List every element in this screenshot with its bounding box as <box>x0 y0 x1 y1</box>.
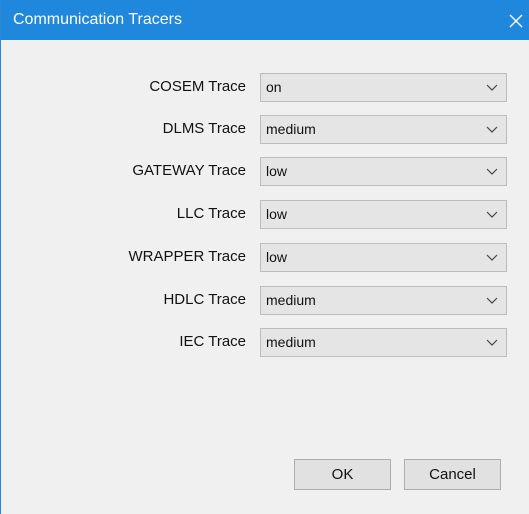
close-icon <box>509 14 523 28</box>
window-title: Communication Tracers <box>13 11 182 28</box>
trace-label: WRAPPER Trace <box>128 248 246 265</box>
cancel-button[interactable]: Cancel <box>404 459 501 490</box>
ok-button[interactable]: OK <box>294 459 391 490</box>
trace-row-wrapper: WRAPPER Trace low <box>1 243 529 272</box>
trace-label: IEC Trace <box>179 333 246 350</box>
trace-label: GATEWAY Trace <box>132 162 246 179</box>
trace-level-value: medium <box>266 121 316 137</box>
trace-label: LLC Trace <box>176 205 246 222</box>
chevron-down-icon <box>486 84 498 91</box>
trace-label: HDLC Trace <box>163 291 246 308</box>
chevron-down-icon <box>486 126 498 133</box>
chevron-down-icon <box>486 339 498 346</box>
trace-row-llc: LLC Trace low <box>1 200 529 229</box>
trace-level-value: on <box>266 79 282 95</box>
trace-level-select[interactable]: on <box>260 73 507 102</box>
trace-level-select[interactable]: medium <box>260 328 507 357</box>
trace-level-select[interactable]: low <box>260 157 507 186</box>
trace-level-value: low <box>266 163 288 179</box>
trace-row-dlms: DLMS Trace medium <box>1 115 529 144</box>
chevron-down-icon <box>486 168 498 175</box>
trace-level-value: medium <box>266 334 316 350</box>
trace-level-select[interactable]: medium <box>260 115 507 144</box>
trace-label: COSEM Trace <box>149 78 246 95</box>
trace-level-value: medium <box>266 292 316 308</box>
trace-label: DLMS Trace <box>162 120 246 137</box>
trace-row-gateway: GATEWAY Trace low <box>1 157 529 186</box>
trace-level-select[interactable]: medium <box>260 286 507 315</box>
dialog-content: COSEM Trace on DLMS Trace medium GATEWAY… <box>1 40 529 514</box>
chevron-down-icon <box>486 211 498 218</box>
trace-level-value: low <box>266 249 288 265</box>
close-button[interactable] <box>505 0 529 40</box>
trace-level-select[interactable]: low <box>260 243 507 272</box>
trace-row-hdlc: HDLC Trace medium <box>1 286 529 315</box>
trace-level-value: low <box>266 206 288 222</box>
chevron-down-icon <box>486 297 498 304</box>
chevron-down-icon <box>486 254 498 261</box>
trace-row-iec: IEC Trace medium <box>1 328 529 357</box>
trace-level-select[interactable]: low <box>260 200 507 229</box>
communication-tracers-dialog: Communication Tracers COSEM Trace on DLM… <box>0 0 529 514</box>
title-bar: Communication Tracers <box>1 0 529 40</box>
trace-row-cosem: COSEM Trace on <box>1 73 529 102</box>
